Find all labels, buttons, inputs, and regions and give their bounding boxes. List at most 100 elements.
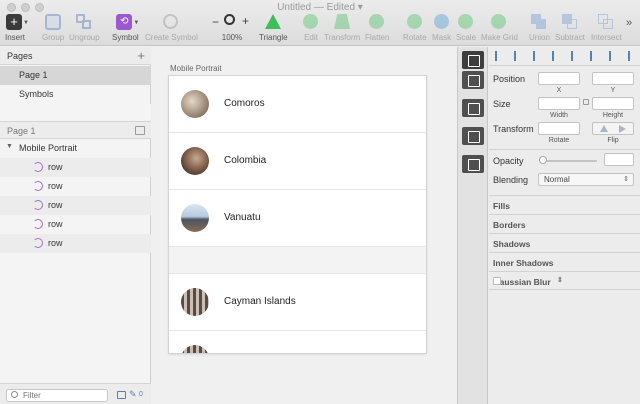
align-top-icon[interactable] bbox=[552, 51, 563, 61]
triangle-button[interactable]: Triangle bbox=[259, 14, 288, 42]
gaussian-blur-section[interactable]: Gaussian Blur ⇕ bbox=[489, 271, 640, 290]
blending-value: Normal bbox=[544, 175, 570, 184]
inner-shadows-section[interactable]: Inner Shadows bbox=[489, 252, 640, 271]
more-tools-button[interactable]: » bbox=[626, 17, 632, 29]
ungroup-label: Ungroup bbox=[69, 33, 100, 42]
zoom-control[interactable]: − + 100% bbox=[212, 14, 252, 42]
toolbar: Untitled — Edited ▾ + ▼ Insert Group Ungr… bbox=[0, 0, 640, 46]
lock-icon[interactable] bbox=[583, 99, 589, 105]
edit-brush-icon[interactable]: ✎ bbox=[129, 389, 137, 400]
section-label: Borders bbox=[493, 220, 526, 230]
intersect-button[interactable]: Intersect bbox=[591, 14, 622, 42]
flip-horizontal-icon[interactable] bbox=[600, 125, 608, 132]
flip-buttons[interactable] bbox=[592, 122, 634, 135]
edit-button[interactable]: Edit bbox=[302, 14, 320, 42]
tab-prototype-icon[interactable] bbox=[462, 155, 484, 173]
page-item[interactable]: Symbols bbox=[0, 85, 151, 104]
group-label: Group bbox=[42, 33, 65, 42]
layers-header: Page 1 bbox=[0, 121, 151, 139]
subtract-button[interactable]: Subtract bbox=[555, 14, 585, 42]
insert-button[interactable]: + ▼ Insert bbox=[5, 14, 29, 42]
zoom-out-icon[interactable]: − bbox=[212, 15, 219, 29]
blur-checkbox[interactable] bbox=[493, 277, 501, 285]
mask-button[interactable]: Mask bbox=[432, 14, 451, 42]
opacity-field[interactable] bbox=[604, 153, 634, 166]
section-label: Shadows bbox=[493, 239, 531, 249]
union-button[interactable]: Union bbox=[529, 14, 550, 42]
layer-row[interactable]: row bbox=[0, 215, 151, 234]
create-symbol-button[interactable]: Create Symbol bbox=[145, 14, 198, 42]
chevron-updown-icon[interactable]: ⇕ bbox=[557, 276, 563, 284]
blending-label: Blending bbox=[493, 175, 529, 185]
flip-vertical-icon[interactable] bbox=[619, 125, 626, 133]
country-row[interactable]: Colombia bbox=[169, 133, 426, 190]
group-button[interactable]: Group bbox=[42, 14, 64, 42]
collapse-layers-icon[interactable] bbox=[135, 126, 145, 135]
height-field[interactable] bbox=[592, 97, 634, 110]
make-grid-button[interactable]: Make Grid bbox=[481, 14, 518, 42]
artboard-mobile-portrait[interactable]: Comoros Colombia Vanuatu Cayman Islands bbox=[169, 76, 426, 353]
edited-indicator[interactable]: — Edited ▾ bbox=[314, 2, 363, 13]
layers-page-label: Page 1 bbox=[7, 126, 36, 136]
intersect-label: Intersect bbox=[591, 33, 622, 42]
inspector-panel: Position X Y Size Width Height Transform… bbox=[457, 47, 640, 404]
layer-artboard[interactable]: ▼ Mobile Portrait bbox=[0, 139, 151, 158]
opacity-slider-track[interactable] bbox=[541, 160, 597, 162]
country-row[interactable]: Vanuatu bbox=[169, 190, 426, 247]
x-field[interactable] bbox=[538, 72, 580, 85]
flatten-button[interactable]: Flatten bbox=[365, 14, 389, 42]
filter-field[interactable] bbox=[6, 389, 108, 402]
size-label: Size bbox=[493, 99, 511, 109]
symbol-button[interactable]: ⟲ ▼ Symbol bbox=[112, 14, 139, 42]
disclosure-triangle-icon[interactable]: ▼ bbox=[6, 143, 13, 150]
page-item[interactable]: Page 1 bbox=[0, 66, 151, 85]
filter-input[interactable] bbox=[23, 390, 105, 401]
add-page-button[interactable]: + bbox=[137, 48, 145, 63]
width-field[interactable] bbox=[538, 97, 580, 110]
artboard-title[interactable]: Mobile Portrait bbox=[170, 64, 222, 73]
layer-row[interactable]: row bbox=[0, 177, 151, 196]
country-row[interactable]: Comoros bbox=[169, 76, 426, 133]
tab-link-icon[interactable] bbox=[462, 127, 484, 145]
x-label: X bbox=[556, 87, 562, 94]
ungroup-button[interactable]: Ungroup bbox=[69, 14, 100, 42]
empty-row bbox=[169, 247, 426, 274]
rotate-button[interactable]: Rotate bbox=[403, 14, 427, 42]
country-row[interactable]: Cayman Islands bbox=[169, 274, 426, 331]
height-label: Height bbox=[602, 112, 624, 119]
shadows-section[interactable]: Shadows bbox=[489, 233, 640, 252]
flatten-label: Flatten bbox=[365, 33, 390, 42]
mask-label: Mask bbox=[432, 33, 452, 42]
country-row-partial[interactable] bbox=[169, 331, 426, 353]
chevron-updown-icon: ⇕ bbox=[623, 176, 629, 183]
create-symbol-icon bbox=[162, 14, 180, 30]
align-left-icon[interactable] bbox=[495, 51, 506, 61]
tab-layout-icon[interactable] bbox=[462, 71, 484, 89]
avatar bbox=[181, 90, 209, 118]
tab-align-icon[interactable] bbox=[462, 51, 484, 69]
layer-row[interactable]: row bbox=[0, 234, 151, 253]
blending-select[interactable]: Normal ⇕ bbox=[538, 173, 634, 186]
rotate-field[interactable] bbox=[538, 122, 580, 135]
opacity-slider-thumb[interactable] bbox=[539, 156, 547, 164]
export-icon[interactable] bbox=[117, 391, 126, 399]
layer-row[interactable]: row bbox=[0, 196, 151, 215]
search-icon bbox=[11, 391, 18, 398]
distribute-vertical-icon[interactable] bbox=[628, 51, 636, 61]
make-grid-label: Make Grid bbox=[481, 33, 518, 42]
scale-button[interactable]: Scale bbox=[456, 14, 476, 42]
canvas[interactable]: Mobile Portrait Comoros Colombia Vanuatu… bbox=[152, 47, 457, 404]
y-field[interactable] bbox=[592, 72, 634, 85]
align-center-icon[interactable] bbox=[514, 51, 525, 61]
rotate-icon bbox=[406, 14, 424, 30]
borders-section[interactable]: Borders bbox=[489, 214, 640, 233]
zoom-in-icon[interactable]: + bbox=[242, 14, 249, 28]
fills-section[interactable]: Fills bbox=[489, 195, 640, 214]
layer-row[interactable]: row bbox=[0, 158, 151, 177]
align-bottom-icon[interactable] bbox=[590, 51, 601, 61]
align-right-icon[interactable] bbox=[533, 51, 544, 61]
align-middle-icon[interactable] bbox=[571, 51, 582, 61]
distribute-horizontal-icon[interactable] bbox=[609, 51, 620, 61]
tab-inspector-icon[interactable] bbox=[462, 99, 484, 117]
transform-button[interactable]: Transform bbox=[324, 14, 360, 42]
